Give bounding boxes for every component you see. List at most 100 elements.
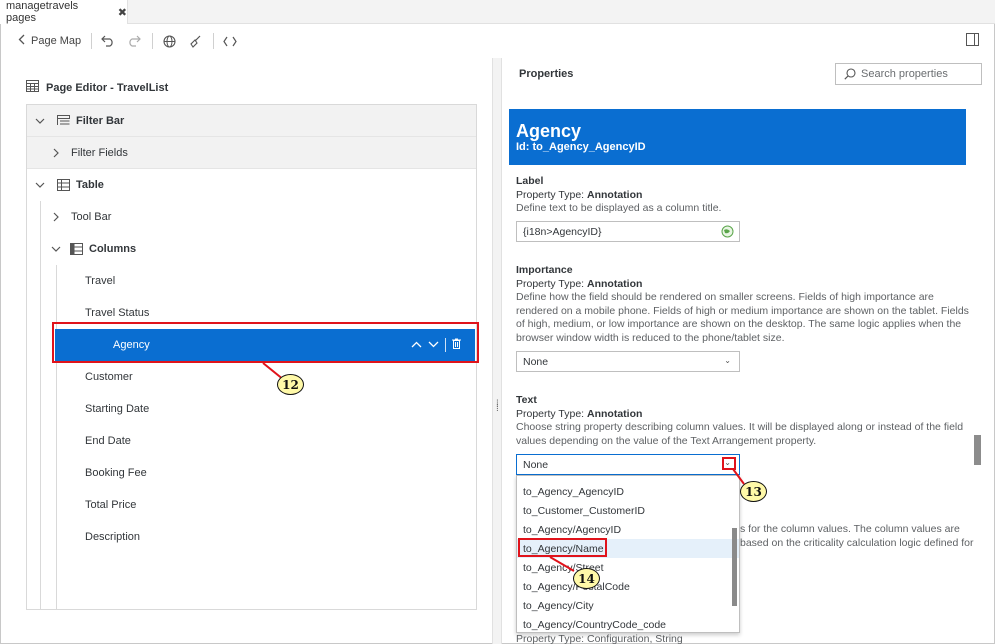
dropdown-option[interactable]: to_Agency/AgencyID — [517, 520, 739, 539]
broom-icon[interactable] — [187, 33, 203, 49]
importance-select[interactable]: None ⌄ — [516, 351, 740, 372]
text-description: Choose string property describing column… — [516, 421, 964, 447]
tree-node-filter-fields[interactable]: Filter Fields — [27, 137, 476, 169]
editor-toolbar: Page Map — [0, 24, 995, 58]
tree-node-column[interactable]: Booking Fee — [27, 457, 476, 489]
highlight-box-option — [518, 538, 607, 557]
search-input[interactable]: Search properties — [835, 63, 982, 85]
search-placeholder: Search properties — [861, 68, 948, 80]
page-map-button[interactable]: Page Map — [18, 34, 81, 48]
tab-strip: managetravels pages ✖ — [0, 0, 995, 24]
importance-select-value: None — [523, 355, 549, 368]
property-type-value: Annotation — [587, 188, 643, 201]
i18n-globe-icon[interactable] — [721, 225, 734, 241]
property-type-prefix: Property Type: — [516, 407, 588, 420]
undo-icon[interactable] — [100, 33, 116, 49]
chevron-right-icon[interactable] — [51, 212, 61, 222]
tree-node-column[interactable]: Total Price — [27, 489, 476, 521]
hidden-property-type: Property Type: Configuration, String — [516, 633, 683, 644]
importance-section: Importance Property Type: Annotation Def… — [516, 264, 976, 345]
text-property-type: Property Type: Annotation — [516, 408, 976, 422]
column-label: Travel — [85, 275, 116, 287]
column-label: Total Price — [85, 499, 137, 511]
chevron-down-icon[interactable] — [35, 182, 45, 188]
tab-managetravels-pages[interactable]: managetravels pages ✖ — [0, 0, 128, 24]
tree-node-column[interactable]: End Date — [27, 425, 476, 457]
text-select[interactable]: None ⌄ — [516, 454, 740, 475]
column-label: Starting Date — [85, 403, 150, 415]
tree-label-columns: Columns — [89, 243, 137, 255]
properties-panel: Properties Search properties Agency Id: … — [503, 58, 994, 644]
importance-property-type: Property Type: Annotation — [516, 278, 976, 292]
redo-icon[interactable] — [126, 33, 142, 49]
label-description: Define text to be displayed as a column … — [516, 202, 722, 214]
chevron-right-icon[interactable] — [51, 148, 61, 158]
dropdown-option[interactable]: to_Agency/CountryCode_code — [517, 615, 739, 632]
property-header-title: Agency — [516, 121, 582, 141]
search-icon — [844, 68, 856, 80]
toolbar-divider — [91, 33, 93, 49]
code-icon[interactable] — [222, 33, 238, 49]
property-header-id: Id: to_Agency_AgencyID — [516, 141, 646, 153]
chevron-left-icon — [18, 34, 25, 48]
tree-label-filter-bar: Filter Bar — [76, 114, 125, 127]
callout-12: 12 — [277, 374, 304, 395]
importance-section-name: Importance — [516, 264, 573, 276]
tree-node-table[interactable]: Table — [27, 169, 476, 201]
panel-splitter[interactable]: ⁞ ⁞ — [492, 58, 502, 644]
tree-label-table: Table — [76, 179, 104, 191]
dropdown-option[interactable]: to_Agency_AgencyID — [517, 482, 739, 501]
column-label: End Date — [85, 435, 131, 447]
page-map-label: Page Map — [31, 35, 82, 47]
tree-node-filter-bar[interactable]: Filter Bar — [27, 105, 476, 137]
filter-bar-icon — [57, 115, 70, 126]
text-section-name: Text — [516, 394, 537, 406]
highlight-box-selected-row — [52, 322, 479, 363]
column-label: Travel Status — [85, 307, 150, 319]
chevron-down-icon[interactable] — [51, 246, 61, 252]
dropdown-option[interactable]: to_Agency/City — [517, 596, 739, 615]
tree-label-tool-bar: Tool Bar — [71, 211, 112, 223]
page-editor-title: Page Editor - TravelList — [26, 80, 168, 95]
tree-node-column[interactable]: Travel — [27, 265, 476, 297]
dropdown-option[interactable]: to_Customer_CustomerID — [517, 501, 739, 520]
toolbar-divider — [213, 33, 215, 49]
tree-node-column[interactable]: Starting Date — [27, 393, 476, 425]
property-type-value: Annotation — [587, 407, 643, 420]
label-property-type: Property Type: Annotation — [516, 189, 976, 203]
toolbar-divider — [152, 33, 154, 49]
properties-title: Properties — [519, 68, 574, 80]
tree-node-columns[interactable]: Columns — [27, 233, 476, 265]
table-icon — [26, 80, 39, 95]
label-section-name: Label — [516, 175, 544, 187]
columns-icon — [70, 243, 83, 255]
globe-icon[interactable] — [161, 33, 177, 49]
tab-title: managetravels pages — [6, 0, 79, 24]
callout-13: 13 — [740, 481, 767, 502]
importance-description: Define how the field should be rendered … — [516, 291, 969, 344]
table-icon — [57, 179, 70, 191]
label-input-value: {i18n>AgencyID} — [523, 225, 602, 238]
label-section: Label Property Type: Annotation Define t… — [516, 175, 976, 216]
column-label: Description — [85, 531, 141, 543]
tree-node-column[interactable]: Customer — [27, 361, 476, 393]
property-header-card: Agency Id: to_Agency_AgencyID — [509, 109, 966, 165]
splitter-grip-icon[interactable]: ⁞ ⁞ — [496, 400, 499, 414]
page-editor-title-text: Page Editor - TravelList — [46, 81, 169, 94]
chevron-down-icon[interactable]: ⌄ — [724, 356, 731, 365]
properties-scrollbar[interactable] — [974, 435, 981, 465]
close-icon[interactable]: ✖ — [118, 6, 127, 19]
hidden-description-line: based on the criticality calculation log… — [740, 537, 974, 549]
dropdown-scrollbar[interactable] — [732, 528, 737, 606]
hidden-description-line: s for the column values. The column valu… — [740, 523, 960, 535]
column-label: Customer — [85, 371, 133, 383]
panel-toggle-icon[interactable] — [966, 33, 979, 49]
property-type-prefix: Property Type: — [516, 277, 588, 290]
tree-node-tool-bar[interactable]: Tool Bar — [27, 201, 476, 233]
chevron-down-icon[interactable] — [35, 118, 45, 124]
text-section: Text Property Type: Annotation Choose st… — [516, 394, 976, 448]
label-input[interactable]: {i18n>AgencyID} — [516, 221, 740, 242]
tree-node-column[interactable]: Description — [27, 521, 476, 553]
dropdown-option[interactable]: to_Agency/PostalCode — [517, 577, 739, 596]
property-type-prefix: Property Type: — [516, 188, 588, 201]
